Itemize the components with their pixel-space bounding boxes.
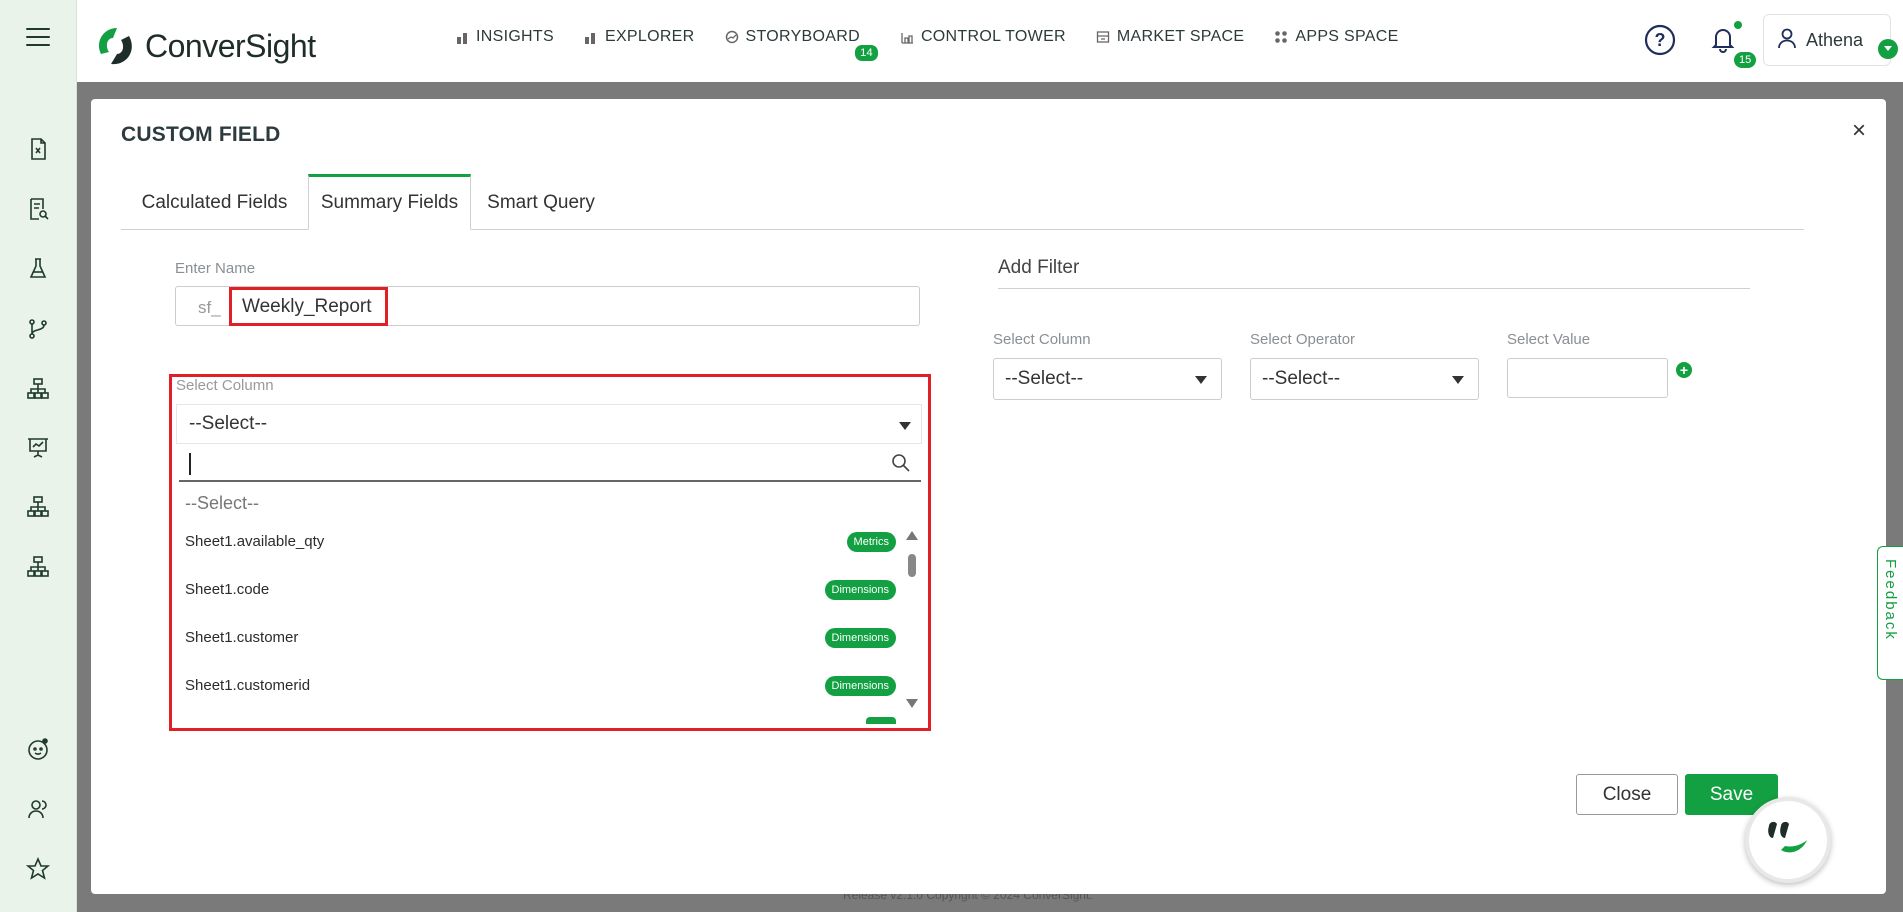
storyboard-icon bbox=[725, 30, 739, 44]
nav-market-space[interactable]: MARKET SPACE bbox=[1096, 28, 1244, 46]
notification-dot bbox=[1734, 21, 1742, 29]
bot-face-icon[interactable] bbox=[24, 735, 52, 763]
option-label: Sheet1.customer bbox=[185, 629, 299, 646]
nav-insights-label: INSIGHTS bbox=[476, 28, 554, 45]
name-input[interactable]: Weekly_Report bbox=[229, 287, 388, 326]
list-item[interactable]: Sheet1.available_qty Metrics bbox=[176, 519, 896, 567]
filter-divider bbox=[998, 288, 1750, 289]
column-search-input[interactable] bbox=[179, 444, 921, 482]
filter-operator-value: --Select-- bbox=[1262, 368, 1341, 389]
search-icon[interactable] bbox=[891, 453, 911, 478]
dimensions-chip: Dimensions bbox=[824, 580, 896, 600]
user-name: Athena bbox=[1806, 29, 1864, 50]
caret-down-icon bbox=[899, 422, 911, 430]
column-options-list: Sheet1.available_qty Metrics Sheet1.code… bbox=[176, 519, 924, 724]
top-header: ConverSight INSIGHTS EXPLORER STORYBOARD… bbox=[77, 0, 1903, 82]
close-icon[interactable]: × bbox=[1852, 117, 1866, 145]
apps-grid-icon bbox=[1274, 30, 1288, 44]
add-filter-title: Add Filter bbox=[998, 257, 1080, 278]
hierarchy-icon[interactable] bbox=[24, 493, 52, 521]
nav-control-tower-label: CONTROL TOWER bbox=[920, 28, 1066, 45]
list-item[interactable]: Sheet1.customerid Dimensions bbox=[176, 663, 896, 711]
notification-count-badge: 15 bbox=[1732, 50, 1759, 70]
users-icon[interactable] bbox=[24, 795, 52, 823]
chevron-down-icon[interactable] bbox=[1878, 39, 1898, 59]
tab-summary-fields[interactable]: Summary Fields bbox=[308, 174, 471, 230]
caret-down-icon bbox=[1195, 376, 1207, 384]
tab-calculated-fields[interactable]: Calculated Fields bbox=[121, 175, 308, 230]
help-icon[interactable]: ? bbox=[1644, 24, 1676, 56]
nav-insights[interactable]: INSIGHTS bbox=[455, 28, 554, 46]
option-label: Sheet1.customerid bbox=[185, 677, 311, 694]
hamburger-menu-icon[interactable] bbox=[26, 28, 50, 48]
nav-apps-space-label: APPS SPACE bbox=[1295, 28, 1399, 45]
logo-text: ConverSight bbox=[145, 27, 316, 64]
modal-title: CUSTOM FIELD bbox=[121, 123, 281, 146]
name-prefix: sf_ bbox=[198, 298, 221, 317]
dimensions-chip: Dimensions bbox=[824, 628, 896, 648]
close-button[interactable]: Close bbox=[1576, 774, 1678, 815]
nav-explorer-label: EXPLORER bbox=[604, 28, 695, 45]
filter-operator-label: Select Operator bbox=[1250, 331, 1356, 348]
market-icon bbox=[1096, 30, 1110, 44]
svg-text:?: ? bbox=[1655, 30, 1666, 50]
filter-column-label: Select Column bbox=[993, 331, 1091, 348]
feedback-label: Feedback bbox=[1882, 559, 1899, 641]
excel-file-icon[interactable] bbox=[24, 135, 52, 163]
caret-down-icon bbox=[1452, 376, 1464, 384]
option-label: Sheet1.code bbox=[185, 581, 270, 598]
select-column-dropdown[interactable]: --Select-- bbox=[176, 404, 922, 444]
filter-operator-select[interactable]: --Select-- bbox=[1250, 358, 1479, 400]
hierarchy-icon[interactable] bbox=[24, 375, 52, 403]
metrics-chip: Metrics bbox=[846, 532, 896, 552]
user-icon bbox=[1776, 27, 1798, 54]
name-field[interactable]: sf_ Weekly_Report bbox=[175, 286, 920, 326]
select-column-value: --Select-- bbox=[189, 413, 268, 434]
text-cursor bbox=[189, 453, 191, 475]
nav-explorer[interactable]: EXPLORER bbox=[584, 28, 695, 46]
nav-apps-space[interactable]: APPS SPACE bbox=[1274, 28, 1398, 46]
nav-storyboard-label: STORYBOARD bbox=[745, 28, 860, 45]
feedback-tab[interactable]: Feedback bbox=[1877, 546, 1903, 680]
report-search-icon[interactable] bbox=[24, 195, 52, 223]
list-item[interactable]: Sheet1.customer Dimensions bbox=[176, 615, 896, 663]
option-label: Sheet1.available_qty bbox=[185, 533, 325, 550]
logo-mark-icon bbox=[98, 28, 132, 65]
list-item[interactable]: Sheet1.code Dimensions bbox=[176, 567, 896, 615]
presentation-icon[interactable] bbox=[24, 433, 52, 461]
filter-column-select[interactable]: --Select-- bbox=[993, 358, 1222, 400]
bar-chart-icon bbox=[584, 30, 598, 44]
bar-chart-icon bbox=[455, 30, 469, 44]
conversight-logo[interactable]: ConverSight bbox=[93, 24, 316, 68]
chatbot-launcher-icon[interactable] bbox=[1745, 797, 1831, 883]
add-filter-plus-icon[interactable]: + bbox=[1676, 362, 1692, 378]
filter-value-input[interactable] bbox=[1507, 358, 1668, 398]
scroll-up-arrow-icon[interactable] bbox=[906, 531, 918, 540]
scroll-down-arrow-icon[interactable] bbox=[906, 699, 918, 708]
notification-bell-icon[interactable] bbox=[1708, 24, 1738, 54]
user-menu[interactable]: Athena bbox=[1763, 14, 1898, 66]
nav-market-space-label: MARKET SPACE bbox=[1116, 28, 1245, 45]
control-tower-icon bbox=[900, 30, 914, 44]
partial-chip bbox=[866, 717, 896, 724]
field-tabs: Calculated Fields Summary Fields Smart Q… bbox=[121, 174, 1804, 230]
left-sidebar bbox=[0, 0, 77, 912]
select-column-label: Select Column bbox=[176, 377, 274, 394]
option-placeholder[interactable]: --Select-- bbox=[185, 493, 259, 514]
filter-value-label: Select Value bbox=[1507, 331, 1591, 348]
filter-column-value: --Select-- bbox=[1005, 368, 1084, 389]
tab-smart-query[interactable]: Smart Query bbox=[471, 175, 611, 230]
main-nav: INSIGHTS EXPLORER STORYBOARD 14 CONTROL … bbox=[455, 28, 1429, 63]
star-icon[interactable] bbox=[24, 855, 52, 883]
enter-name-label: Enter Name bbox=[175, 260, 256, 277]
storyboard-badge: 14 bbox=[853, 43, 880, 63]
flask-icon[interactable] bbox=[24, 255, 52, 283]
custom-field-modal: CUSTOM FIELD × Calculated Fields Summary… bbox=[91, 99, 1886, 894]
nav-storyboard[interactable]: STORYBOARD 14 bbox=[725, 28, 880, 63]
scrollbar-thumb[interactable] bbox=[908, 554, 916, 577]
hierarchy-icon[interactable] bbox=[24, 553, 52, 581]
dimensions-chip: Dimensions bbox=[824, 676, 896, 696]
nav-control-tower[interactable]: CONTROL TOWER bbox=[900, 28, 1066, 46]
git-branch-icon[interactable] bbox=[24, 315, 52, 343]
